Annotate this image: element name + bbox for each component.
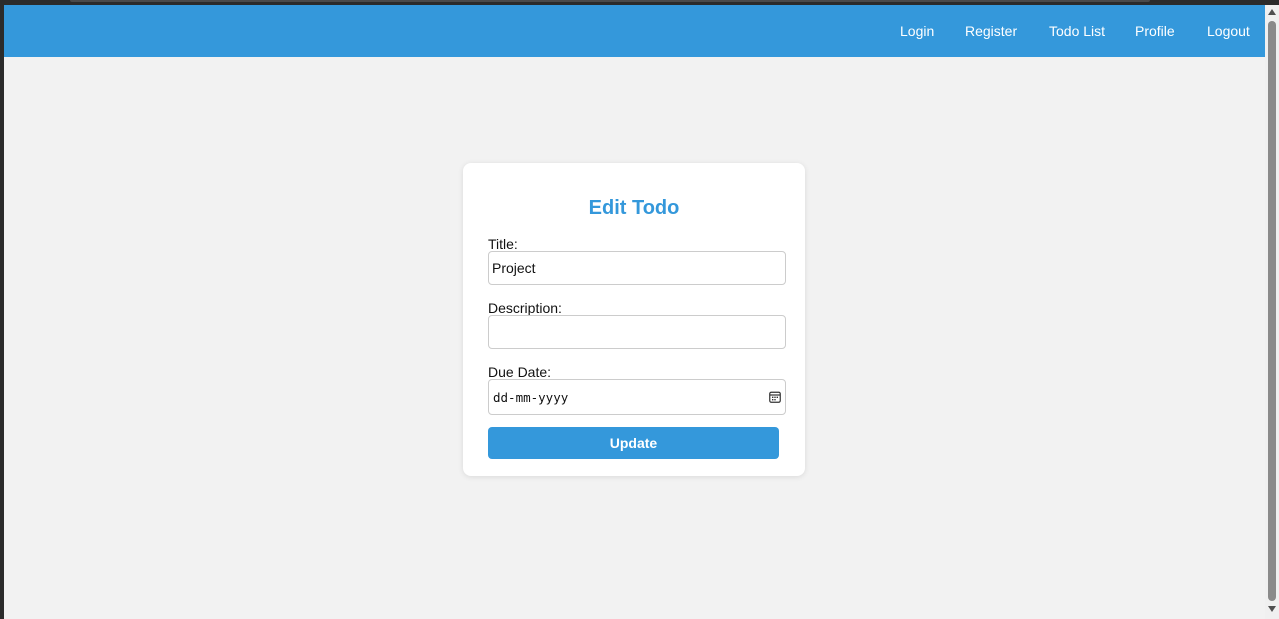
browser-address-edge xyxy=(70,0,1150,2)
description-label: Description: xyxy=(488,300,562,316)
page-title: Edit Todo xyxy=(588,197,680,219)
due-date-label: Due Date: xyxy=(488,364,552,380)
title-input[interactable] xyxy=(488,251,786,285)
description-input[interactable] xyxy=(488,315,786,349)
calendar-icon[interactable] xyxy=(769,391,781,403)
scrollbar-thumb[interactable] xyxy=(1268,21,1276,601)
update-button[interactable]: Update xyxy=(488,427,779,459)
nav-register-link[interactable]: Register xyxy=(965,23,1017,39)
page-viewport: Login Register Todo List Profile Logout … xyxy=(4,5,1265,619)
scroll-up-arrow-icon[interactable] xyxy=(1268,9,1276,15)
nav-profile-link[interactable]: Profile xyxy=(1135,23,1175,39)
due-date-input[interactable]: dd-mm-yyyy xyxy=(488,379,786,415)
edit-todo-card: Edit Todo Title: Description: Due Date: … xyxy=(463,163,805,476)
scroll-down-arrow-icon[interactable] xyxy=(1268,606,1276,612)
vertical-scrollbar[interactable] xyxy=(1265,5,1279,619)
title-label: Title: xyxy=(488,236,518,252)
nav-todo-list-link[interactable]: Todo List xyxy=(1049,23,1105,39)
due-date-placeholder: dd-mm-yyyy xyxy=(493,390,569,405)
navbar: Login Register Todo List Profile Logout xyxy=(4,5,1265,57)
nav-logout-link[interactable]: Logout xyxy=(1207,23,1250,39)
nav-login-link[interactable]: Login xyxy=(900,23,934,39)
